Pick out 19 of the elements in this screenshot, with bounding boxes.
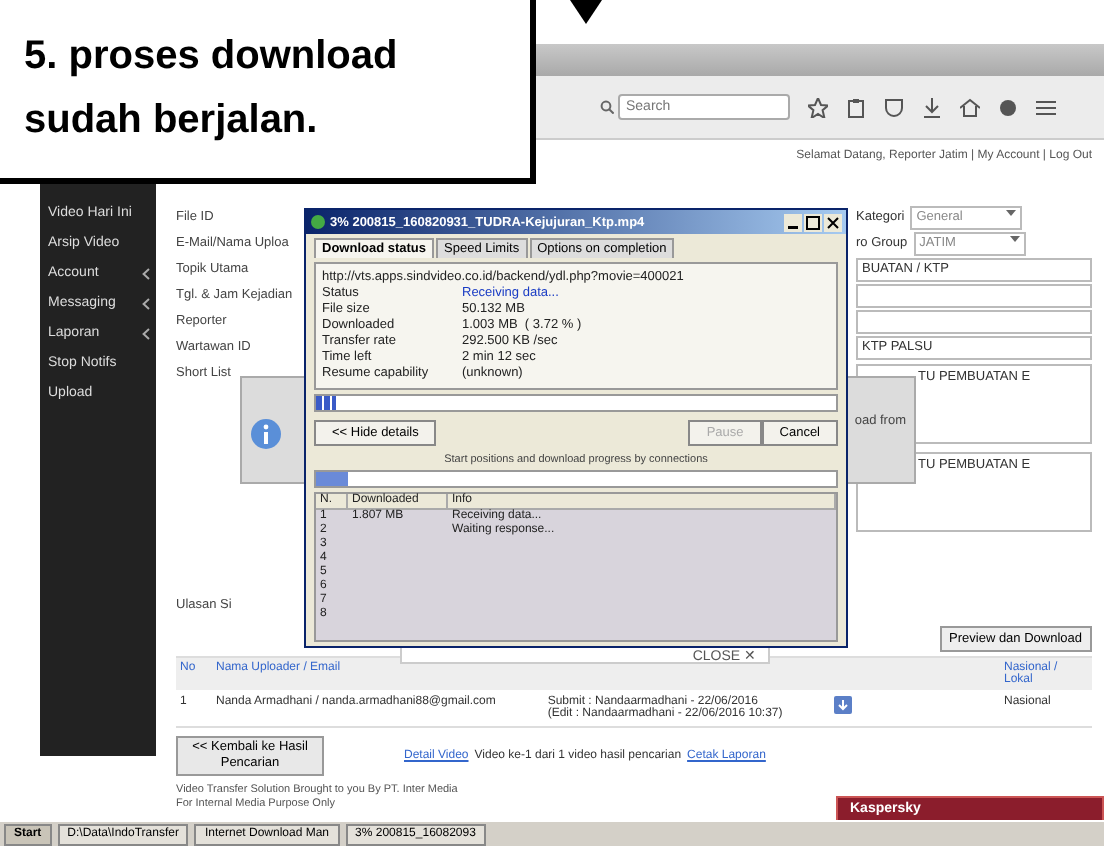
download-icon[interactable] [834, 696, 853, 714]
shield-icon[interactable] [884, 97, 904, 117]
info-icon [250, 418, 282, 450]
callout-text: 5. proses download sudah berjalan. [24, 32, 400, 146]
star-icon[interactable] [808, 97, 828, 117]
download-app-icon [310, 214, 326, 230]
input-field[interactable] [856, 283, 1092, 307]
home-icon[interactable] [960, 97, 980, 117]
dropdown-arrow-icon [1009, 233, 1020, 243]
close-icon[interactable] [824, 213, 842, 231]
download-icon[interactable] [922, 97, 942, 117]
search-icon [600, 100, 614, 114]
minimize-icon[interactable] [784, 213, 802, 231]
clipboard-icon[interactable] [846, 97, 866, 117]
menu-icon[interactable] [1036, 97, 1056, 117]
dropdown-arrow-icon [1006, 207, 1017, 217]
maximize-icon[interactable] [804, 213, 822, 231]
input-field[interactable] [856, 309, 1092, 333]
arrow-down-icon [570, 0, 602, 24]
